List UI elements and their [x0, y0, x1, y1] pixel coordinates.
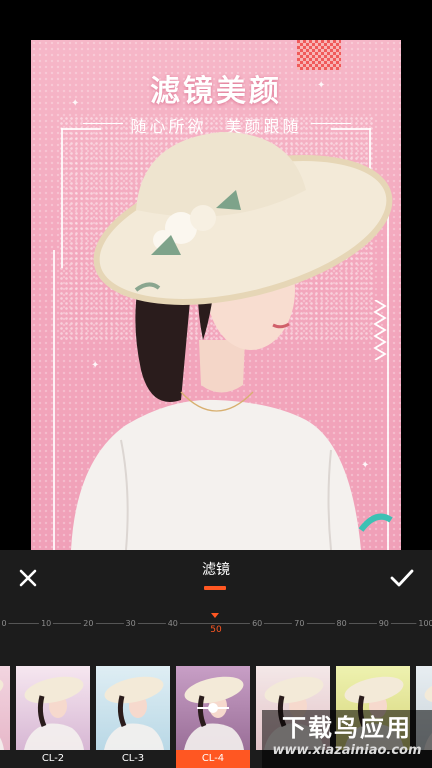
filter-panel: 滤镜 0 10 20 30 40 60 70 80 90 100 50 CL-2 CL-3 CL-4 … — [0, 550, 432, 768]
filter-thumbnail[interactable] — [0, 666, 10, 768]
filter-label: CL-3 — [96, 750, 170, 768]
watermark-name: 下载鸟应用 — [282, 714, 412, 742]
filter-preview-image — [16, 666, 90, 750]
title-underline — [204, 586, 226, 590]
slider-value: 50 — [210, 625, 222, 635]
filter-thumbnail[interactable]: CL-4 — [176, 666, 250, 768]
slider-track[interactable] — [0, 623, 432, 624]
confirm-button[interactable] — [385, 561, 419, 595]
filter-label — [0, 750, 10, 768]
photo-preview: 滤镜美颜 随心所欲 美颜跟随 ✦ ✦ ✦ ✦ ✦ — [0, 0, 432, 550]
filter-thumbnail[interactable]: CL-2 — [16, 666, 90, 768]
ruler-tick-label: 70 — [292, 619, 307, 628]
filter-preview-image — [0, 666, 10, 750]
adjust-slider-icon — [197, 703, 229, 713]
panel-header: 滤镜 — [0, 550, 432, 610]
slider-pointer[interactable] — [211, 613, 219, 618]
panel-title: 滤镜 — [202, 562, 230, 578]
filter-label: CL-4 — [176, 750, 250, 768]
ruler-tick-label: 30 — [123, 619, 138, 628]
ruler-tick-label: 10 — [39, 619, 54, 628]
ruler-tick-label: 100 — [416, 619, 432, 628]
ruler-tick-label: 40 — [165, 619, 180, 628]
ruler-tick-label: 90 — [376, 619, 391, 628]
poster-canvas: 滤镜美颜 随心所欲 美颜跟随 ✦ ✦ ✦ ✦ ✦ — [31, 40, 401, 550]
ruler-tick-label: 0 — [0, 619, 9, 628]
ruler-tick-label: 60 — [250, 619, 265, 628]
filter-thumbnail[interactable]: CL-3 — [96, 666, 170, 768]
filter-preview-image — [176, 666, 250, 750]
watermark-url: www.xiazainiao.com — [272, 743, 422, 758]
filter-preview-image — [96, 666, 170, 750]
filter-label: CL-2 — [16, 750, 90, 768]
watermark: 下载鸟应用 www.xiazainiao.com — [262, 710, 432, 768]
ruler-tick-label: 80 — [334, 619, 349, 628]
intensity-slider[interactable]: 0 10 20 30 40 60 70 80 90 100 50 — [0, 610, 432, 650]
model-photo — [71, 132, 393, 550]
ruler-tick-label: 20 — [81, 619, 96, 628]
check-icon — [390, 569, 414, 587]
